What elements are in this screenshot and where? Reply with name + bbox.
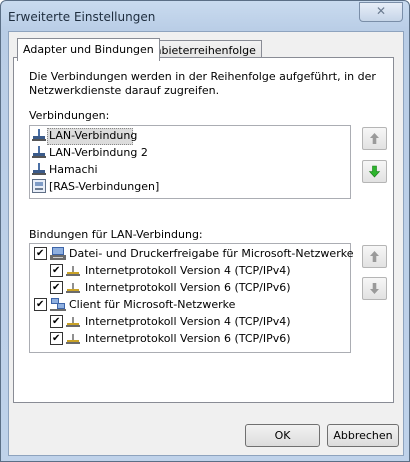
connection-label: LAN-Verbindung 2	[49, 146, 148, 159]
network-adapter-icon	[32, 146, 46, 158]
binding-checkbox[interactable]	[50, 279, 63, 296]
binding-label: Datei- und Druckerfreigabe für Microsoft…	[69, 247, 354, 260]
binding-label: Internetprotokoll Version 4 (TCP/IPv4)	[85, 264, 291, 277]
tab-adapter-bindings[interactable]: Adapter und Bindungen	[17, 38, 160, 61]
connection-label: Hamachi	[49, 163, 98, 176]
arrow-up-icon	[370, 133, 379, 144]
move-down-button[interactable]	[362, 160, 387, 183]
binding-checkbox[interactable]	[34, 245, 47, 262]
move-up-button[interactable]	[362, 127, 387, 150]
binding-checkbox[interactable]	[50, 313, 63, 330]
binding-label: Internetprotokoll Version 4 (TCP/IPv4)	[85, 315, 291, 328]
file-printer-sharing-icon	[50, 247, 66, 260]
arrow-up-icon	[370, 251, 379, 262]
protocol-icon	[66, 334, 80, 344]
protocol-icon	[66, 283, 80, 293]
description-line-1: Die Verbindungen werden in der Reihenfol…	[29, 70, 376, 83]
arrow-down-icon	[368, 165, 381, 178]
tab-label: Anbieterreihenfolge	[147, 44, 256, 57]
binding-move-up-button[interactable]	[362, 245, 387, 268]
binding-item-ipv4[interactable]: Internetprotokoll Version 4 (TCP/IPv4)	[30, 313, 348, 330]
protocol-icon	[66, 317, 80, 327]
binding-move-down-button[interactable]	[362, 277, 387, 300]
connections-label: Verbindungen:	[29, 109, 110, 122]
network-adapter-icon	[32, 163, 46, 175]
network-adapter-icon	[32, 129, 46, 141]
binding-item-file-printer-sharing[interactable]: Datei- und Druckerfreigabe für Microsoft…	[30, 245, 353, 262]
binding-label: Internetprotokoll Version 6 (TCP/IPv6)	[85, 332, 291, 345]
bindings-label: Bindungen für LAN-Verbindung:	[29, 228, 203, 241]
close-button[interactable]: ✕	[359, 2, 403, 22]
bindings-list[interactable]: Datei- und Druckerfreigabe für Microsoft…	[29, 243, 353, 353]
description-line-2: Netzwerkdienste darauf zugreifen.	[29, 84, 220, 97]
binding-checkbox[interactable]	[50, 330, 63, 347]
connection-label: LAN-Verbindung	[49, 129, 138, 142]
window-title: Erweiterte Einstellungen	[8, 10, 156, 24]
binding-label: Client für Microsoft-Netzwerke	[69, 298, 236, 311]
network-client-icon	[50, 298, 66, 311]
close-icon: ✕	[375, 4, 387, 18]
arrow-down-icon	[370, 283, 379, 294]
binding-item-ipv6[interactable]: Internetprotokoll Version 6 (TCP/IPv6)	[30, 330, 348, 347]
protocol-icon	[66, 266, 80, 276]
dialog-window: Erweiterte Einstellungen ✕ Adapter und B…	[0, 0, 410, 462]
tab-panel: Die Verbindungen werden in der Reihenfol…	[13, 57, 394, 403]
ok-button[interactable]: OK	[245, 424, 320, 447]
binding-item-ms-client[interactable]: Client für Microsoft-Netzwerke	[30, 296, 348, 313]
connections-list[interactable]: LAN-Verbindung LAN-Verbindung 2 Hamachi …	[29, 125, 351, 199]
binding-item-ipv4[interactable]: Internetprotokoll Version 4 (TCP/IPv4)	[30, 262, 348, 279]
binding-checkbox[interactable]	[50, 262, 63, 279]
title-bar[interactable]: Erweiterte Einstellungen ✕	[1, 1, 409, 31]
binding-checkbox[interactable]	[34, 296, 47, 313]
tab-label: Adapter und Bindungen	[23, 43, 154, 56]
binding-label: Internetprotokoll Version 6 (TCP/IPv6)	[85, 281, 291, 294]
binding-item-ipv6[interactable]: Internetprotokoll Version 6 (TCP/IPv6)	[30, 279, 348, 296]
cancel-button[interactable]: Abbrechen	[327, 424, 399, 447]
connection-label: [RAS-Verbindungen]	[49, 180, 160, 193]
dialup-connections-icon	[32, 179, 46, 193]
